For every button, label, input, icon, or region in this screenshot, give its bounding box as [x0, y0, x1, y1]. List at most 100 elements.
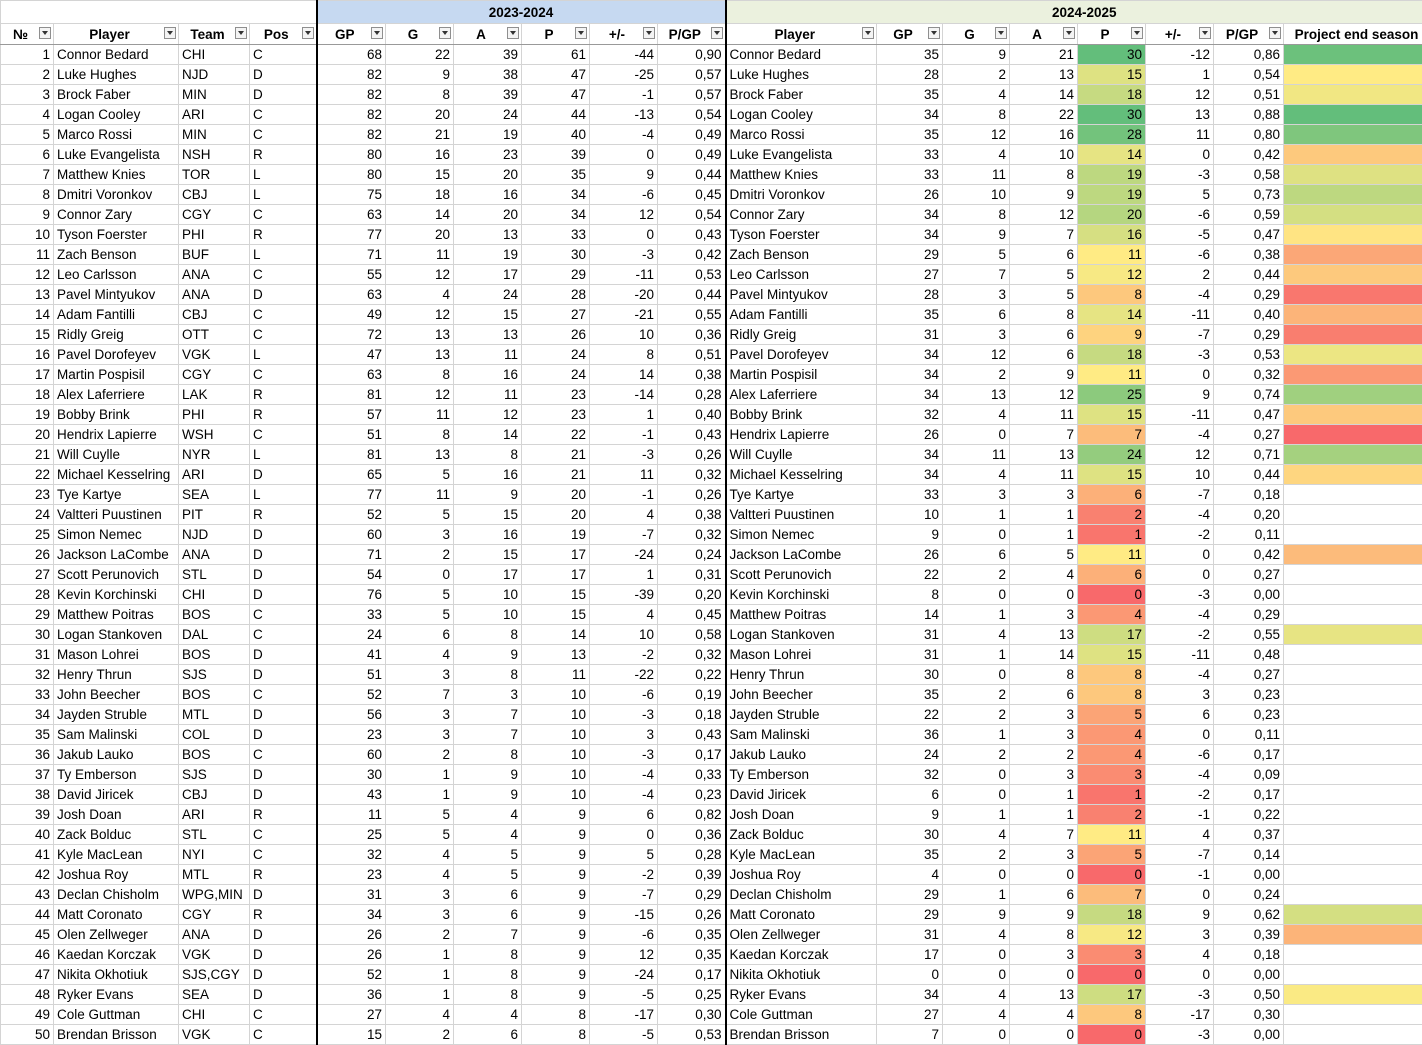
cell-p-gp-2425[interactable]: 0,40 [1213, 304, 1284, 325]
cell-g-2425[interactable]: 1 [942, 644, 1010, 665]
cell-a-2425[interactable]: 16 [1009, 124, 1078, 145]
cell-player-2425[interactable]: Zach Benson [725, 244, 877, 265]
cell-project-end-season[interactable]: 53 [1282, 184, 1422, 205]
cell-g-2425[interactable]: 9 [942, 44, 1010, 65]
cell-player[interactable]: Kyle MacLean [53, 844, 179, 865]
cell-plus-minus[interactable]: -14 [589, 384, 658, 405]
cell-pos[interactable]: C [249, 424, 318, 445]
cell-p-gp-2425[interactable]: 0,42 [1213, 544, 1284, 565]
cell-gp[interactable]: 15 [316, 1024, 386, 1045]
cell-pos[interactable]: D [249, 464, 318, 485]
cell-gp-2425[interactable]: 35 [876, 124, 943, 145]
cell-p-gp[interactable]: 0,32 [657, 524, 727, 545]
cell-gp-2425[interactable]: 34 [876, 464, 943, 485]
cell-plus-minus-2425[interactable]: -4 [1145, 504, 1214, 525]
cell-project-end-season[interactable] [1282, 864, 1422, 885]
cell-team[interactable]: WSH [178, 424, 250, 445]
cell-gp-2425[interactable]: 33 [876, 484, 943, 505]
cell-player[interactable]: Declan Chisholm [53, 884, 179, 905]
cell-p[interactable]: 23 [521, 404, 590, 425]
cell-team[interactable]: STL [178, 564, 250, 585]
cell-g[interactable]: 3 [385, 524, 454, 545]
cell-g[interactable]: 5 [385, 464, 454, 485]
cell-g-2425[interactable]: 12 [942, 124, 1010, 145]
cell-g-2425[interactable]: 3 [942, 284, 1010, 305]
cell-p-2425[interactable]: 19 [1077, 184, 1146, 205]
cell-player-2425[interactable]: Cole Guttman [725, 1004, 877, 1025]
cell-plus-minus-2425[interactable]: -6 [1145, 204, 1214, 225]
cell-pos[interactable]: R [249, 144, 318, 165]
cell-pos[interactable]: C [249, 44, 318, 65]
cell-pos[interactable]: C [249, 624, 318, 645]
cell-plus-minus[interactable]: 14 [589, 364, 658, 385]
cell-p[interactable]: 10 [521, 744, 590, 765]
cell-a-2425[interactable]: 13 [1009, 624, 1078, 645]
cell-pos[interactable]: D [249, 664, 318, 685]
cell-a[interactable]: 13 [453, 324, 522, 345]
cell-player[interactable]: Matt Coronato [53, 904, 179, 925]
cell-p-gp-2425[interactable]: 0,88 [1213, 104, 1284, 125]
cell-g-2425[interactable]: 6 [942, 544, 1010, 565]
cell-player-2425[interactable]: Tyson Foerster [725, 224, 877, 245]
cell-pos[interactable]: R [249, 404, 318, 425]
cell-g[interactable]: 21 [385, 124, 454, 145]
cell-g[interactable]: 12 [385, 264, 454, 285]
cell-a[interactable]: 11 [453, 344, 522, 365]
cell-gp-2425[interactable]: 8 [876, 584, 943, 605]
cell-plus-minus[interactable]: 4 [589, 604, 658, 625]
cell-plus-minus[interactable]: -4 [589, 124, 658, 145]
cell-number[interactable]: 14 [0, 304, 54, 325]
cell-gp-2425[interactable]: 34 [876, 364, 943, 385]
cell-plus-minus[interactable]: -11 [589, 264, 658, 285]
cell-number[interactable]: 31 [0, 644, 54, 665]
cell-plus-minus[interactable]: -1 [589, 484, 658, 505]
cell-a[interactable]: 24 [453, 104, 522, 125]
cell-gp-2425[interactable]: 30 [876, 664, 943, 685]
cell-project-end-season[interactable] [1282, 564, 1422, 585]
cell-player-2425[interactable]: Jackson LaCombe [725, 544, 877, 565]
cell-pos[interactable]: D [249, 584, 318, 605]
cell-plus-minus-2425[interactable]: 13 [1145, 104, 1214, 125]
cell-pos[interactable]: D [249, 564, 318, 585]
cell-player-2425[interactable]: Leo Carlsson [725, 264, 877, 285]
cell-p[interactable]: 10 [521, 784, 590, 805]
cell-player-2425[interactable]: Joshua Roy [725, 864, 877, 885]
cell-plus-minus-2425[interactable]: -3 [1145, 344, 1214, 365]
cell-player[interactable]: Cole Guttman [53, 1004, 179, 1025]
cell-plus-minus-2425[interactable]: 0 [1145, 884, 1214, 905]
cell-p-gp[interactable]: 0,57 [657, 84, 727, 105]
cell-gp-2425[interactable]: 30 [876, 824, 943, 845]
cell-team[interactable]: PHI [178, 224, 250, 245]
cell-gp-2425[interactable]: 0 [876, 964, 943, 985]
cell-team[interactable]: ARI [178, 804, 250, 825]
cell-p[interactable]: 19 [521, 524, 590, 545]
cell-player-2425[interactable]: Brock Faber [725, 84, 877, 105]
cell-p[interactable]: 9 [521, 844, 590, 865]
cell-project-end-season[interactable]: 40 [1282, 984, 1422, 1005]
cell-gp[interactable]: 71 [316, 244, 386, 265]
cell-number[interactable]: 26 [0, 544, 54, 565]
cell-g[interactable]: 9 [385, 64, 454, 85]
cell-project-end-season[interactable] [1282, 1024, 1422, 1045]
cell-p-gp[interactable]: 0,35 [657, 944, 727, 965]
cell-player[interactable]: Jayden Struble [53, 704, 179, 725]
cell-number[interactable]: 20 [0, 424, 54, 445]
cell-p-gp-2425[interactable]: 0,18 [1213, 944, 1284, 965]
cell-p-2425[interactable]: 14 [1077, 144, 1146, 165]
cell-plus-minus-2425[interactable]: 1 [1145, 64, 1214, 85]
cell-a-2425[interactable]: 1 [1009, 524, 1078, 545]
cell-player[interactable]: Nikita Okhotiuk [53, 964, 179, 985]
cell-plus-minus-2425[interactable]: -7 [1145, 844, 1214, 865]
filter-dropdown-icon[interactable] [928, 27, 940, 39]
cell-p-2425[interactable]: 7 [1077, 424, 1146, 445]
cell-number[interactable]: 8 [0, 184, 54, 205]
cell-player-2425[interactable]: Declan Chisholm [725, 884, 877, 905]
cell-gp-2425[interactable]: 9 [876, 524, 943, 545]
cell-g-2425[interactable]: 2 [942, 844, 1010, 865]
cell-player-2425[interactable]: Pavel Dorofeyev [725, 344, 877, 365]
cell-plus-minus[interactable]: -6 [589, 684, 658, 705]
cell-p-2425[interactable]: 15 [1077, 404, 1146, 425]
cell-project-end-season[interactable]: 27 [1282, 364, 1422, 385]
cell-p[interactable]: 9 [521, 804, 590, 825]
cell-g-2425[interactable]: 1 [942, 504, 1010, 525]
